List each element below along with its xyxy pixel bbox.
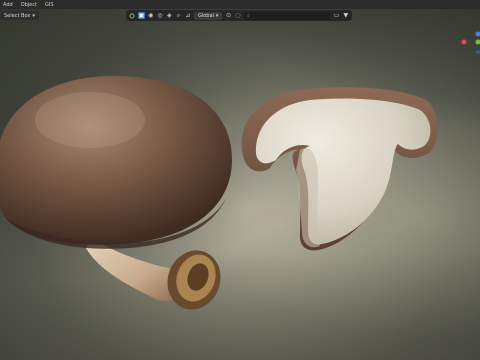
menu-item-gis[interactable]: GIS [45, 2, 54, 8]
select-box-label: Select Box [4, 12, 31, 19]
search-icon[interactable]: ⌕ [175, 12, 181, 19]
3d-viewport[interactable]: Add Object GIS Select Box ▾ ▣ ◉ ◎ ◈ ⌕ ⊿ … [0, 0, 480, 360]
mushroom-slice [241, 87, 438, 251]
mushroom-whole [0, 75, 232, 310]
select-mode-icon[interactable]: ▣ [138, 12, 145, 19]
transform-orientation-select[interactable]: Global ▾ [193, 11, 223, 20]
chevron-down-icon: ▾ [215, 12, 219, 19]
select-box-dropdown[interactable]: Select Box ▾ [0, 11, 39, 20]
overlay-icon[interactable]: ▭ [333, 12, 340, 19]
search-icon: ⌕ [247, 12, 250, 19]
gizmo-y-axis[interactable] [475, 39, 480, 45]
mushroom-render [0, 75, 438, 310]
chevron-down-icon: ▾ [32, 12, 35, 19]
navigation-gizmo[interactable] [460, 30, 480, 60]
gizmo-neg-z-axis[interactable] [476, 50, 480, 54]
viewport-header-tools: ▣ ◉ ◎ ◈ ⌕ ⊿ Global ▾ ⊙ ◌ ⌕ ▭ ▼ [126, 10, 352, 21]
face-icon[interactable]: ◈ [166, 12, 172, 19]
vertex-icon[interactable]: ◉ [148, 12, 154, 19]
menu-bar: Add Object GIS [0, 0, 480, 9]
transform-orientation-value: Global [197, 12, 214, 19]
menu-item-add[interactable]: Add [3, 2, 13, 8]
gizmo-x-axis[interactable] [461, 39, 467, 45]
gizmo-z-axis[interactable] [475, 31, 480, 37]
proportional-icon[interactable]: ◌ [235, 12, 241, 19]
pivot-icon[interactable]: ⊙ [225, 12, 231, 19]
filter-icon[interactable]: ▼ [343, 12, 349, 19]
cursor-icon[interactable] [129, 12, 135, 19]
snap-icon[interactable]: ⊿ [185, 12, 191, 19]
viewport-search-field[interactable]: ⌕ [244, 11, 331, 20]
edge-icon[interactable]: ◎ [157, 12, 163, 19]
menu-item-object[interactable]: Object [21, 2, 37, 8]
